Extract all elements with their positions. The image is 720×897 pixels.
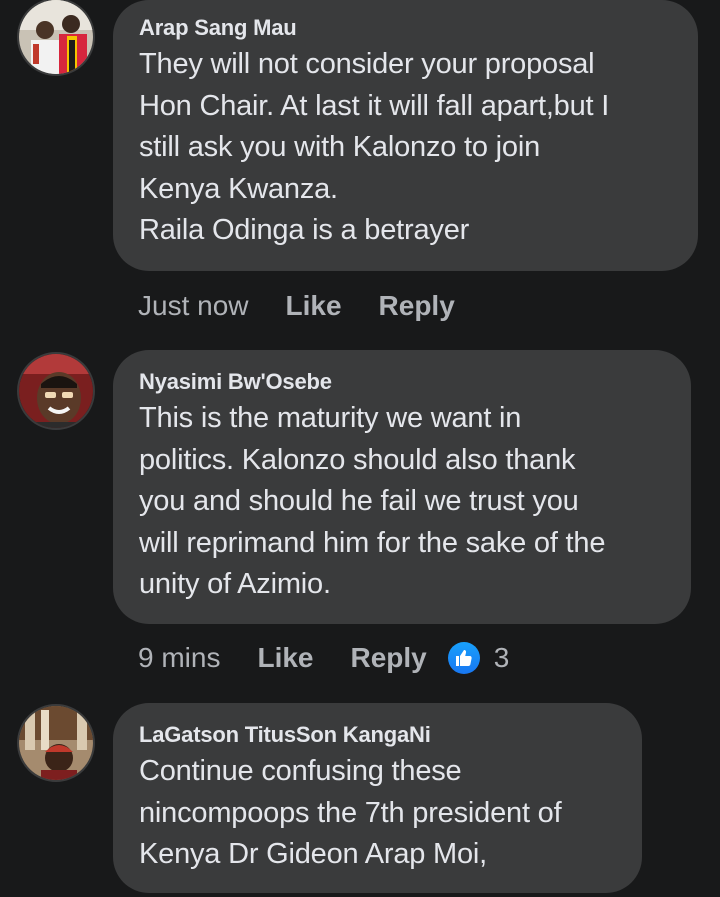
- reaction-summary[interactable]: 3: [447, 642, 510, 674]
- thumbs-up-icon: [447, 642, 480, 674]
- comment-author[interactable]: Arap Sang Mau: [139, 14, 672, 42]
- comment-actions: 9 mins Like Reply 3: [138, 638, 509, 678]
- comment-text: Continue confusing these nincompoops the…: [139, 755, 562, 870]
- comment-author[interactable]: LaGatson TitusSon KangaNi: [139, 721, 616, 749]
- avatar-image: [19, 706, 93, 780]
- comment-bubble: LaGatson TitusSon KangaNi Continue confu…: [113, 703, 642, 893]
- comment-timestamp[interactable]: 9 mins: [138, 642, 220, 674]
- comment-bubble: Arap Sang Mau They will not consider you…: [113, 0, 698, 271]
- comment-author[interactable]: Nyasimi Bw'Osebe: [139, 368, 665, 396]
- comment-timestamp[interactable]: Just now: [138, 290, 249, 322]
- like-button[interactable]: Like: [257, 642, 313, 674]
- reaction-count: 3: [493, 642, 510, 673]
- reply-button[interactable]: Reply: [379, 290, 455, 322]
- avatar-image: [19, 0, 93, 74]
- comment-bubble: Nyasimi Bw'Osebe This is the maturity we…: [113, 350, 691, 624]
- avatar[interactable]: [17, 0, 95, 76]
- comment-text: They will not consider your proposal Hon…: [139, 48, 610, 246]
- comment-actions: Just now Like Reply: [138, 286, 492, 326]
- comment-text: This is the maturity we want in politics…: [139, 402, 606, 600]
- like-button[interactable]: Like: [286, 290, 342, 322]
- reply-button[interactable]: Reply: [351, 642, 427, 674]
- avatar[interactable]: [17, 704, 95, 782]
- avatar-image: [19, 354, 93, 428]
- avatar[interactable]: [17, 352, 95, 430]
